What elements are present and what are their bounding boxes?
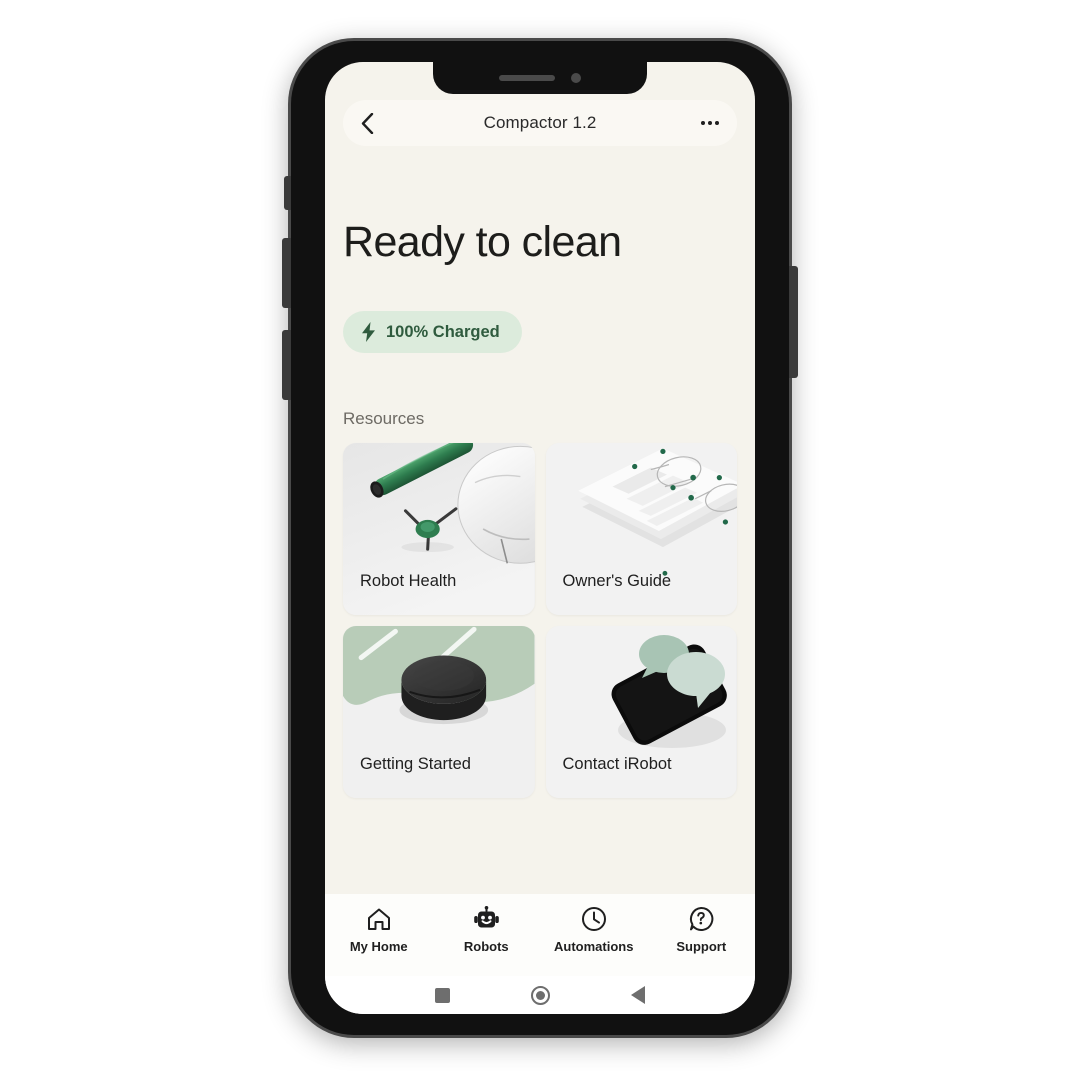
power-button[interactable]: [789, 266, 798, 378]
volume-up-button[interactable]: [282, 238, 291, 308]
resource-card-label: Contact iRobot: [562, 755, 672, 774]
resources-card-grid: Robot Health Owner's Guide Getting Start…: [343, 443, 737, 799]
phone-screen: Compactor 1.2 Ready to clean 100% Charge…: [325, 62, 755, 1014]
android-navigation-bar: [325, 976, 755, 1014]
triangle-left-icon[interactable]: [630, 986, 645, 1004]
phone-notch: [433, 62, 647, 94]
more-options-button[interactable]: [693, 121, 719, 125]
resource-card-label: Owner's Guide: [562, 572, 672, 591]
tab-label: Automations: [554, 939, 634, 954]
tab-label: Support: [676, 939, 727, 954]
circle-icon[interactable]: [530, 985, 550, 1005]
resource-card-robot-health[interactable]: Robot Health: [343, 443, 535, 616]
resources-section-title: Resources: [343, 409, 425, 429]
resource-card-getting-started[interactable]: Getting Started: [343, 626, 535, 799]
battery-status-badge: 100% Charged: [343, 311, 522, 354]
tab-robots[interactable]: Robots: [438, 906, 534, 954]
bottom-tab-bar: My Home Robots Automations Support: [325, 894, 755, 976]
screenshot-stage: Compactor 1.2 Ready to clean 100% Charge…: [0, 0, 1080, 1080]
speaker-slot-icon: [499, 75, 555, 81]
tab-support[interactable]: Support: [653, 906, 749, 954]
front-camera-icon: [571, 73, 581, 83]
robot-icon: [473, 906, 500, 932]
resource-card-label: Robot Health: [360, 572, 457, 591]
ellipsis-icon: [708, 121, 712, 125]
volume-down-button[interactable]: [282, 330, 291, 400]
lightning-bolt-icon: [362, 322, 375, 343]
tab-label: My Home: [349, 939, 408, 954]
resource-card-contact-irobot[interactable]: Contact iRobot: [545, 626, 737, 799]
tab-label: Robots: [463, 939, 509, 954]
page-title-header: Compactor 1.2: [483, 113, 597, 132]
battery-status-label: 100% Charged: [386, 322, 500, 341]
main-content: Ready to clean 100% Charged Resources Ro…: [325, 162, 755, 799]
page-title: Ready to clean: [343, 218, 622, 266]
ellipsis-icon: [715, 121, 719, 125]
resource-card-owners-guide[interactable]: Owner's Guide: [545, 443, 737, 616]
question-bubble-icon: [688, 906, 714, 932]
square-icon[interactable]: [435, 987, 451, 1003]
tab-automations[interactable]: Automations: [546, 906, 642, 954]
clock-icon: [581, 906, 607, 932]
back-button[interactable]: [361, 112, 387, 134]
chevron-left-icon: [361, 112, 374, 134]
app-header-bar: Compactor 1.2: [343, 100, 737, 146]
ellipsis-icon: [701, 121, 705, 125]
resource-card-label: Getting Started: [360, 755, 471, 774]
mute-switch-button[interactable]: [284, 176, 291, 210]
home-icon: [366, 906, 392, 932]
tab-my-home[interactable]: My Home: [331, 906, 427, 954]
